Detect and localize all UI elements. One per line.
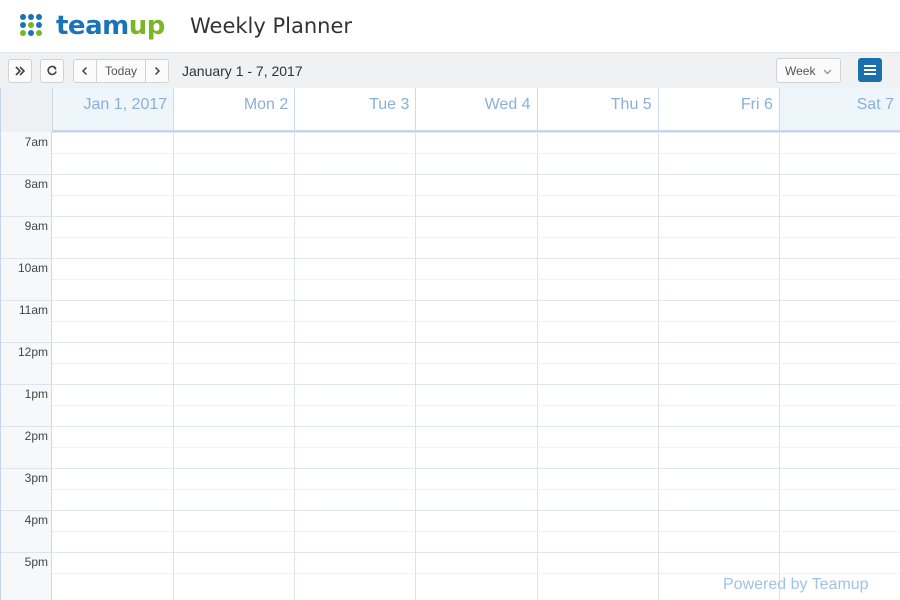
next-week-button[interactable] xyxy=(145,59,169,83)
time-label: 3pm xyxy=(24,471,48,485)
day-column-divider xyxy=(778,132,780,600)
hour-gridline xyxy=(52,174,900,175)
hour-gridline xyxy=(52,552,900,553)
calendar-toolbar: Today January 1 - 7, 2017 Week xyxy=(0,52,900,88)
day-header-1[interactable]: Mon 2 xyxy=(173,88,295,132)
refresh-icon xyxy=(47,65,57,76)
half-hour-gridline xyxy=(52,195,900,196)
view-mode-value: Week xyxy=(785,63,816,78)
time-label: 9am xyxy=(24,219,48,233)
half-hour-gridline xyxy=(52,363,900,364)
hour-gridline xyxy=(52,468,900,469)
day-column-divider xyxy=(657,132,659,600)
time-divider xyxy=(1,384,52,385)
half-hour-gridline xyxy=(52,153,900,154)
day-column-divider xyxy=(294,132,296,600)
time-label: 4pm xyxy=(24,513,48,527)
hour-gridline xyxy=(52,510,900,511)
time-label: 1pm xyxy=(24,387,48,401)
time-divider xyxy=(1,510,52,511)
hour-gridline xyxy=(52,384,900,385)
time-divider xyxy=(1,552,52,553)
previous-week-button[interactable] xyxy=(73,59,97,83)
calendar-corner xyxy=(1,88,52,132)
date-range-label: January 1 - 7, 2017 xyxy=(182,63,303,79)
time-divider xyxy=(1,174,52,175)
time-label: 11am xyxy=(18,303,48,317)
hour-gridline xyxy=(52,132,900,133)
day-header-6[interactable]: Sat 7 xyxy=(778,88,900,132)
day-column-divider xyxy=(173,132,175,600)
time-column: 7am 8am 9am 10am 11am 12pm 1pm 2pm 3pm 4pm 5pm xyxy=(1,132,52,600)
logo-text-up: up xyxy=(128,11,166,41)
app-header: teamup Weekly Planner xyxy=(0,0,900,52)
refresh-button[interactable] xyxy=(40,59,64,83)
half-hour-gridline xyxy=(52,237,900,238)
calendar-grid[interactable] xyxy=(52,132,900,600)
time-label: 12pm xyxy=(17,345,48,359)
time-divider xyxy=(1,468,52,469)
today-button[interactable]: Today xyxy=(96,59,146,83)
time-label: 10am xyxy=(17,261,48,275)
day-column-divider xyxy=(415,132,417,600)
half-hour-gridline xyxy=(52,531,900,532)
chevron-right-icon xyxy=(154,66,161,76)
time-divider xyxy=(1,426,52,427)
day-header-3[interactable]: Wed 4 xyxy=(415,88,537,132)
hour-gridline xyxy=(52,300,900,301)
week-calendar: Jan 1, 2017 Mon 2 Tue 3 Wed 4 Thu 5 Fri 6 Sat … xyxy=(0,88,900,600)
day-header-4[interactable]: Thu 5 xyxy=(536,88,658,132)
day-column-divider xyxy=(536,132,538,600)
day-header-0[interactable]: Jan 1, 2017 xyxy=(52,88,174,132)
expand-sidebar-button[interactable] xyxy=(8,59,32,83)
time-divider xyxy=(1,216,52,217)
half-hour-gridline xyxy=(52,279,900,280)
day-header-2[interactable]: Tue 3 xyxy=(294,88,416,132)
hour-gridline xyxy=(52,216,900,217)
hour-gridline xyxy=(52,342,900,343)
time-label: 7am xyxy=(24,135,48,149)
hour-gridline xyxy=(52,426,900,427)
chevron-down-icon xyxy=(823,69,832,75)
page-title: Weekly Planner xyxy=(190,14,353,38)
half-hour-gridline xyxy=(52,573,900,574)
powered-by-link[interactable]: Powered by Teamup xyxy=(723,576,869,594)
teamup-logo-text: teamup xyxy=(56,12,165,40)
time-label: 8am xyxy=(24,177,48,191)
time-divider xyxy=(1,342,52,343)
time-label: 5pm xyxy=(24,555,48,569)
double-chevron-right-icon xyxy=(15,66,26,76)
time-label: 2pm xyxy=(24,429,48,443)
teamup-logo-icon xyxy=(20,12,48,40)
half-hour-gridline xyxy=(52,405,900,406)
menu-button[interactable] xyxy=(858,58,882,82)
logo-text-team: team xyxy=(56,11,129,41)
half-hour-gridline xyxy=(52,489,900,490)
hour-gridline xyxy=(52,258,900,259)
day-header-5[interactable]: Fri 6 xyxy=(657,88,779,132)
half-hour-gridline xyxy=(52,447,900,448)
hamburger-menu-icon xyxy=(864,65,876,75)
chevron-left-icon xyxy=(81,66,88,76)
teamup-logo[interactable]: teamup xyxy=(20,12,165,40)
time-divider xyxy=(1,300,52,301)
view-mode-select[interactable]: Week xyxy=(776,58,841,83)
time-divider xyxy=(1,258,52,259)
half-hour-gridline xyxy=(52,321,900,322)
